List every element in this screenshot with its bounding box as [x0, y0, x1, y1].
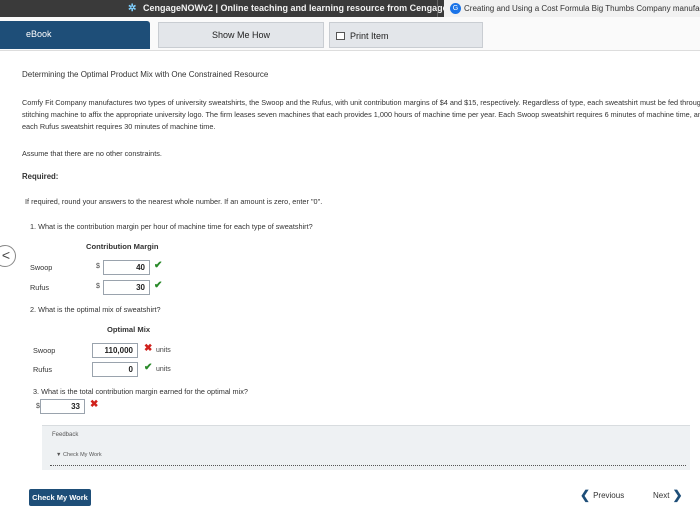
contribution-margin-header: Contribution Margin: [86, 242, 159, 251]
previous-label: Previous: [593, 491, 625, 500]
check-icon: ✔: [154, 260, 163, 271]
q2-swoop-input[interactable]: 110,000: [92, 343, 138, 358]
next-label: Next: [653, 491, 670, 500]
optimal-mix-header: Optimal Mix: [107, 325, 151, 334]
x-icon: ✖: [90, 399, 99, 410]
x-icon: ✖: [144, 343, 153, 354]
problem-body: Comfy Fit Company manufactures two types…: [22, 98, 700, 131]
print-icon: [336, 32, 345, 40]
problem-assumption: Assume that there are no other constrain…: [22, 149, 162, 158]
units-label: units: [156, 347, 171, 354]
next-button[interactable]: Next ❯: [653, 488, 683, 502]
q1-row-label-swoop: Swoop: [30, 263, 53, 272]
browser-title-bar: ✲ CengageNOWv2 | Online teaching and lea…: [0, 0, 700, 17]
problem-content: Determining the Optimal Product Mix with…: [0, 52, 700, 507]
feedback-label: Feedback: [52, 432, 79, 438]
cengage-logo-icon: ✲: [128, 3, 137, 14]
q1-row-label-rufus: Rufus: [30, 283, 50, 292]
check-my-work-toggle[interactable]: ▼ Check My Work: [56, 452, 102, 458]
required-heading: Required:: [22, 172, 59, 181]
q3-total-input[interactable]: 33: [40, 399, 85, 414]
browser-tab-title: Creating and Using a Cost Formula Big Th…: [464, 4, 700, 13]
print-item-label: Print Item: [350, 31, 389, 41]
chevron-right-icon: ❯: [672, 488, 683, 502]
google-icon: G: [450, 3, 461, 14]
print-item-button[interactable]: Print Item: [329, 22, 483, 48]
chevron-left-icon: ❮: [580, 488, 591, 502]
q2-row-label-rufus: Rufus: [33, 365, 53, 374]
units-label: units: [156, 366, 171, 373]
check-my-work-button[interactable]: Check My Work: [29, 489, 91, 506]
browser-tab[interactable]: G Creating and Using a Cost Formula Big …: [444, 0, 700, 17]
divider: [50, 465, 686, 466]
show-me-how-button[interactable]: Show Me How: [158, 22, 324, 48]
chevron-left-icon[interactable]: <: [0, 245, 16, 267]
check-icon: ✔: [154, 280, 163, 291]
problem-title: Determining the Optimal Product Mix with…: [22, 70, 269, 79]
q1-swoop-input[interactable]: 40: [103, 260, 150, 275]
rounding-instruction: If required, round your answers to the n…: [25, 197, 323, 206]
ebook-button[interactable]: eBook: [0, 21, 150, 49]
currency-symbol: $: [96, 263, 100, 270]
q2-rufus-input[interactable]: 0: [92, 362, 138, 377]
question-1: 1. What is the contribution margin per h…: [30, 222, 313, 231]
toolbar: eBook Show Me How Print Item: [0, 17, 700, 51]
check-icon: ✔: [144, 362, 153, 373]
feedback-panel: Feedback ▼ Check My Work: [42, 425, 690, 470]
question-3: 3. What is the total contribution margin…: [33, 387, 248, 396]
previous-button[interactable]: ❮ Previous: [580, 488, 624, 502]
currency-symbol: $: [96, 283, 100, 290]
q2-row-label-swoop: Swoop: [33, 346, 56, 355]
q1-rufus-input[interactable]: 30: [103, 280, 150, 295]
question-2: 2. What is the optimal mix of sweatshirt…: [30, 305, 161, 314]
tab-divider: [437, 0, 438, 17]
